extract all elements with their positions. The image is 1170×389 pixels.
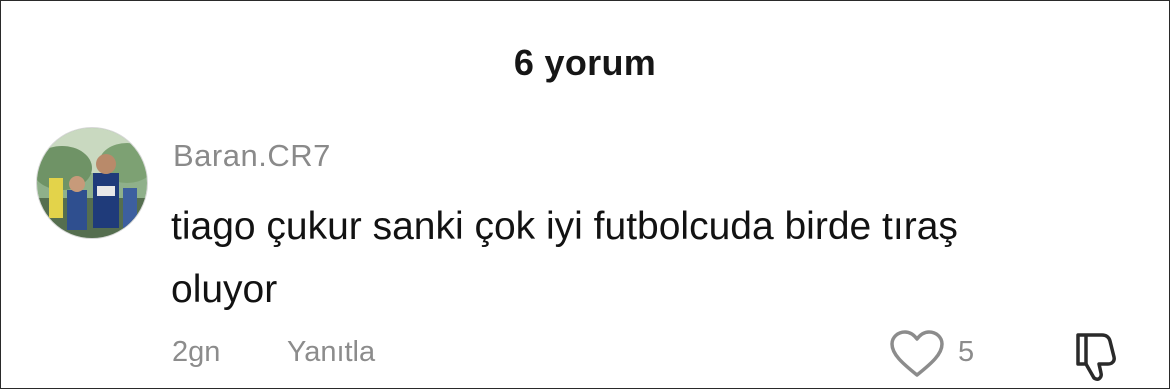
heart-outline-icon [890, 330, 944, 377]
comment-timestamp: 2gn [172, 336, 221, 368]
comment-text: tiago çukur sanki çok iyi futbolcuda bir… [171, 205, 958, 311]
like-button[interactable] [888, 329, 946, 379]
like-count: 5 [958, 336, 975, 368]
dislike-button[interactable] [1068, 327, 1124, 383]
comments-count-title: 6 yorum [513, 42, 657, 83]
reply-button[interactable]: Yanıtla [287, 336, 375, 369]
avatar-photo-icon [37, 128, 147, 238]
avatar[interactable] [36, 127, 148, 239]
thumbs-down-icon [1076, 333, 1116, 381]
comment-username[interactable]: Baran.CR7 [173, 138, 331, 174]
